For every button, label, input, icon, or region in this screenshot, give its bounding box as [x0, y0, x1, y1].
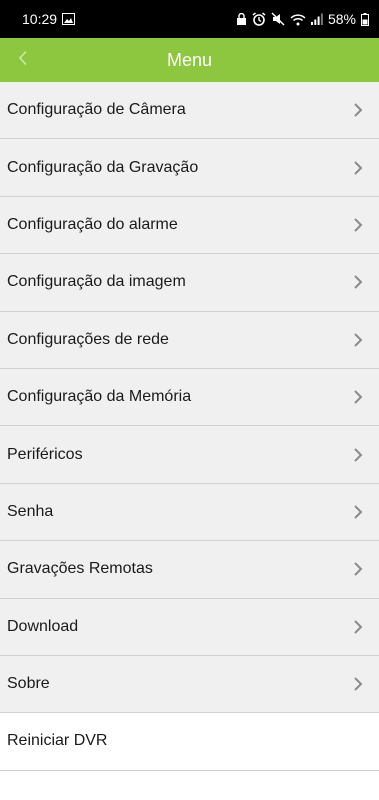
menu-item-peripherals[interactable]: Periféricos	[0, 426, 379, 484]
menu-list: Configuração de Câmera Configuração da G…	[0, 82, 379, 771]
alarm-icon	[252, 12, 266, 26]
menu-item-about[interactable]: Sobre	[0, 655, 379, 714]
menu-item-password[interactable]: Senha	[0, 483, 379, 542]
menu-item-label: Reiniciar DVR	[7, 732, 108, 750]
menu-item-label: Gravações Remotas	[7, 560, 153, 578]
menu-item-label: Periféricos	[7, 445, 83, 463]
menu-item-image-config[interactable]: Configuração da imagem	[0, 254, 379, 312]
menu-item-label: Configuração da Memória	[7, 388, 192, 406]
chevron-right-icon	[353, 217, 363, 233]
chevron-left-icon	[18, 50, 28, 71]
menu-item-remote-recordings[interactable]: Gravações Remotas	[0, 541, 379, 599]
mute-icon	[271, 12, 285, 26]
chevron-right-icon	[353, 447, 363, 463]
menu-item-label: Configuração da imagem	[7, 273, 186, 291]
lock-icon	[236, 12, 247, 26]
menu-item-memory-config[interactable]: Configuração da Memória	[0, 368, 379, 427]
menu-item-restart-dvr[interactable]: Reiniciar DVR	[0, 713, 379, 771]
chevron-right-icon	[353, 561, 363, 577]
menu-item-label: Configurações de rede	[7, 330, 169, 348]
menu-item-label: Sobre	[7, 675, 50, 693]
battery-icon	[361, 12, 369, 26]
status-bar: 10:29 58%	[0, 0, 379, 38]
chevron-right-icon	[353, 332, 363, 348]
chevron-right-icon	[353, 102, 363, 118]
battery-percent: 58%	[327, 11, 356, 27]
chevron-right-icon	[353, 676, 363, 692]
menu-item-network-config[interactable]: Configurações de rede	[0, 311, 379, 369]
chevron-right-icon	[353, 389, 363, 405]
back-button[interactable]	[10, 46, 36, 74]
app-bar: Menu	[0, 38, 379, 82]
menu-item-alarm-config[interactable]: Configuração do alarme	[0, 196, 379, 255]
status-time: 10:29	[22, 11, 58, 27]
status-bar-right: 58%	[236, 11, 369, 27]
page-title: Menu	[166, 49, 213, 70]
menu-item-label: Configuração da Gravação	[7, 158, 199, 176]
menu-item-label: Configuração de Câmera	[7, 101, 186, 119]
menu-item-label: Download	[7, 617, 79, 635]
chevron-right-icon	[353, 619, 363, 635]
signal-icon	[310, 13, 323, 25]
menu-item-camera-config[interactable]: Configuração de Câmera	[0, 82, 379, 140]
menu-item-label: Senha	[7, 502, 54, 520]
chevron-right-icon	[353, 274, 363, 290]
wifi-icon	[290, 13, 306, 26]
menu-item-label: Configuração do alarme	[7, 215, 178, 233]
menu-item-download[interactable]: Download	[0, 598, 379, 656]
chevron-right-icon	[353, 160, 363, 176]
chevron-right-icon	[353, 504, 363, 520]
image-icon	[62, 13, 76, 25]
menu-item-recording-config[interactable]: Configuração da Gravação	[0, 139, 379, 197]
status-bar-left: 10:29	[22, 11, 76, 27]
